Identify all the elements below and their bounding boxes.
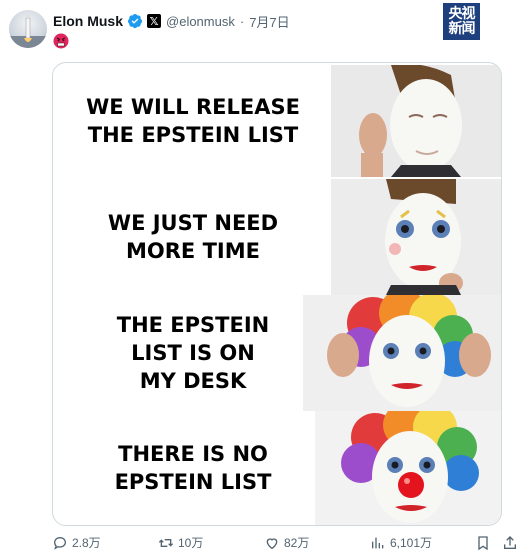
cctv-news-watermark: 央视 新闻 [443,3,480,40]
repost-count: 10万 [178,536,204,550]
meme-caption: WE WILL RELEASE THE EPSTEIN LIST [86,95,300,147]
author-handle[interactable]: @elonmusk [166,14,235,29]
like-count: 82万 [284,536,310,550]
angry-face-icon [53,33,69,49]
meme-caption: THERE IS NO EPSTEIN LIST [114,442,272,494]
meme-caption: THE EPSTEIN LIST IS ON MY DESK [116,313,270,393]
meme-caption: WE JUST NEED MORE TIME [107,211,279,263]
verified-badge-icon [128,14,143,29]
reply-count: 2.8万 [72,536,101,550]
clown-photo [331,179,501,295]
tweet-media-image[interactable]: WE WILL RELEASE THE EPSTEIN LIST WE JUST… [52,62,502,526]
clown-photo [331,65,501,177]
author-name[interactable]: Elon Musk [53,13,123,29]
meme-panel: WE WILL RELEASE THE EPSTEIN LIST [53,63,501,179]
meme-panel: THERE IS NO EPSTEIN LIST [53,411,501,525]
meme-panel: THE EPSTEIN LIST IS ON MY DESK [53,295,501,411]
reply-icon [53,536,67,550]
reply-button[interactable]: 2.8万 [52,534,101,551]
meme-panel: WE JUST NEED MORE TIME [53,179,501,295]
like-button[interactable]: 82万 [264,534,309,551]
views-count: 6,101万 [390,536,433,550]
views-button[interactable]: 6,101万 [370,534,432,551]
bookmark-icon[interactable] [475,535,491,551]
share-icon[interactable] [502,535,518,551]
repost-button[interactable]: 10万 [158,534,203,551]
tweet-action-bar: 2.8万 10万 82万 6,101万 [0,534,527,554]
x-logo-icon: 𝕏 [147,14,162,28]
post-date[interactable]: 7月7日 [249,12,289,31]
watermark-line-2: 新闻 [448,20,476,37]
clown-photo [303,295,501,411]
repost-icon [158,538,174,547]
like-icon [266,537,278,549]
author-row: Elon Musk 𝕏 @elonmusk · 7月7日 [53,11,290,31]
avatar-rocket-icon [9,13,47,48]
meta-separator: · [239,13,245,29]
avatar[interactable] [9,10,47,48]
views-icon [372,537,384,548]
watermark-line-1: 央视 [448,5,476,22]
clown-photo [315,411,501,525]
